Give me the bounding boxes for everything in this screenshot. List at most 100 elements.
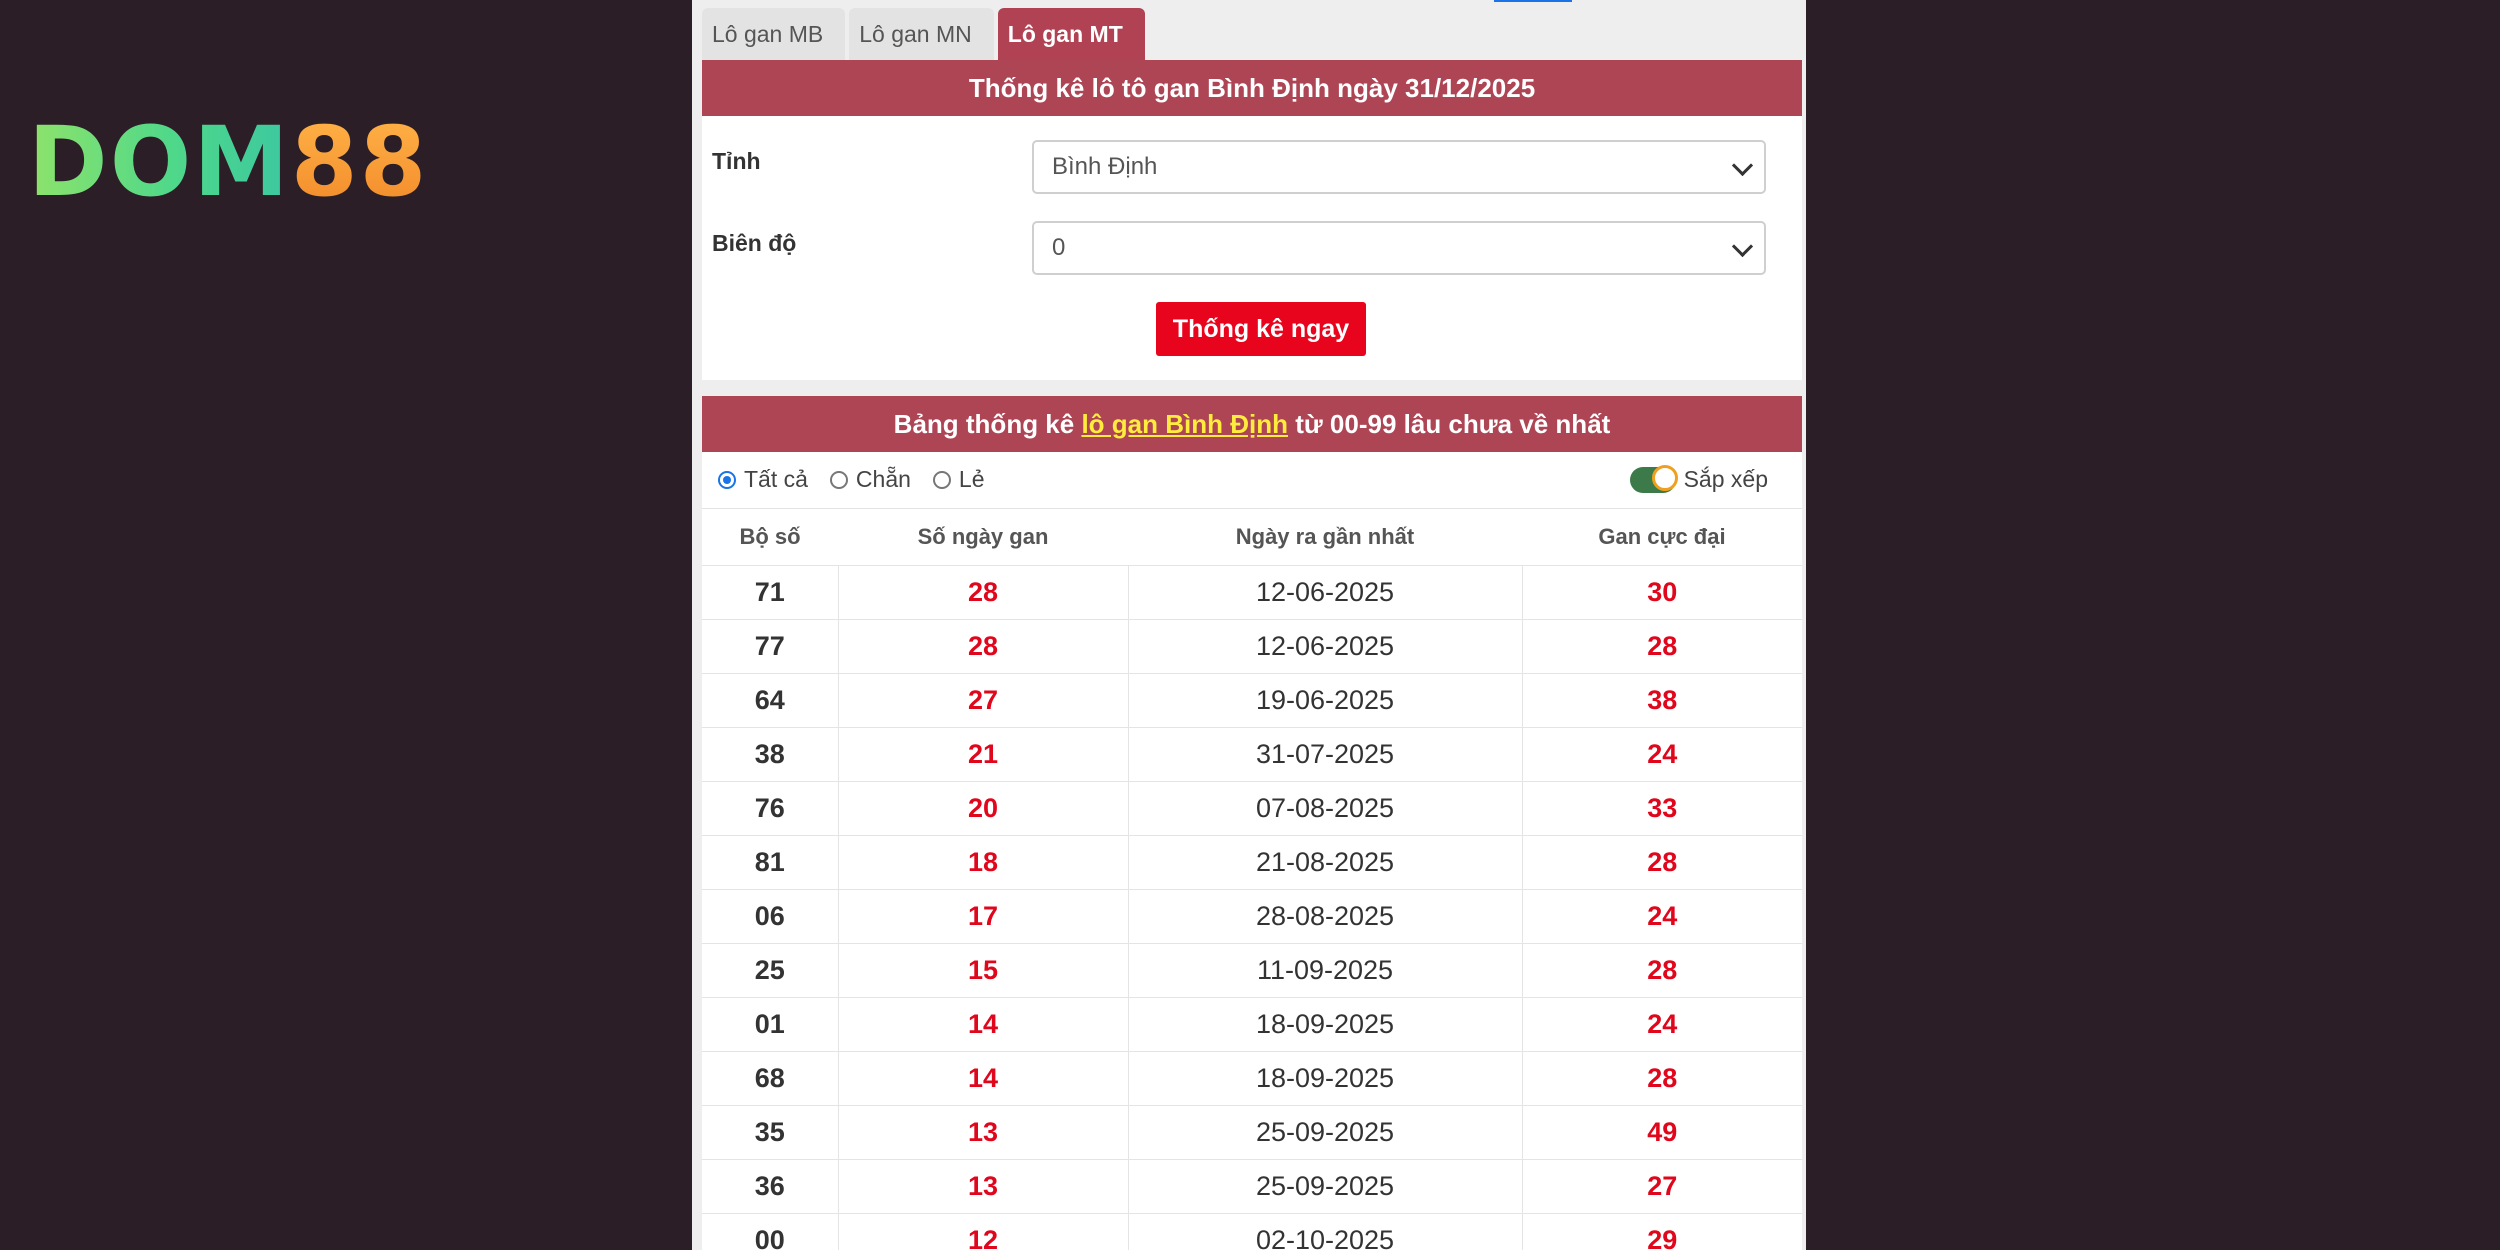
table-row: 64 27 19-06-2025 38 (702, 673, 1802, 728)
radio-odd-label: Lẻ (958, 466, 985, 492)
cell-max-gan: 38 (1521, 673, 1802, 728)
filter-form: Tỉnh Bình Định Biên độ 0 Thống kê ngay (702, 116, 1802, 380)
cell-max-gan: 27 (1521, 1159, 1802, 1214)
table-row: 06 17 28-08-2025 24 (702, 889, 1802, 944)
cell-last-date: 25-09-2025 (1127, 1105, 1522, 1160)
cell-days: 14 (837, 1051, 1128, 1106)
table-filters: Tất cả Chẵn Lẻ Sắp xếp (702, 452, 1802, 508)
cell-max-gan: 28 (1521, 1051, 1802, 1106)
table-title-link[interactable]: lô gan Bình Định (1081, 409, 1288, 439)
table-row: 00 12 02-10-2025 29 (702, 1213, 1802, 1250)
lo-gan-table: Bộ số Số ngày gan Ngày ra gần nhất Gan c… (702, 508, 1802, 1250)
table-row: 36 13 25-09-2025 27 (702, 1159, 1802, 1214)
cell-last-date: 18-09-2025 (1127, 1051, 1522, 1106)
sort-toggle-label: Sắp xếp (1683, 466, 1768, 492)
cell-days: 28 (837, 619, 1128, 674)
cell-number: 38 (702, 727, 838, 782)
table-row: 25 15 11-09-2025 28 (702, 943, 1802, 998)
cell-number: 35 (702, 1105, 838, 1160)
cell-days: 20 (837, 781, 1128, 836)
sort-toggle-group[interactable]: Sắp xếp (1629, 464, 1768, 493)
cell-max-gan: 29 (1521, 1213, 1802, 1250)
table-row: 68 14 18-09-2025 28 (702, 1051, 1802, 1106)
cell-days: 15 (837, 943, 1128, 998)
cell-days: 17 (837, 889, 1128, 944)
province-select-value: Bình Định (1052, 153, 1158, 180)
radio-all-label: Tất cả (744, 466, 808, 492)
table-row: 01 14 18-09-2025 24 (702, 997, 1802, 1052)
cell-number: 01 (702, 997, 838, 1052)
column-header-days: Số ngày gan (838, 508, 1128, 566)
cell-number: 71 (702, 565, 838, 620)
cell-number: 64 (702, 673, 838, 728)
parity-radio-group: Tất cả Chẵn Lẻ (718, 466, 1007, 493)
tab-lo-gan-mt[interactable]: Lô gan MT (997, 8, 1145, 60)
dom88-logo: DOM 88 (28, 112, 428, 212)
cell-max-gan: 28 (1521, 835, 1802, 890)
province-label: Tỉnh (712, 148, 761, 174)
cell-number: 76 (702, 781, 838, 836)
chevron-down-icon (1731, 235, 1754, 258)
table-row: 38 21 31-07-2025 24 (702, 727, 1802, 782)
cell-number: 25 (702, 943, 838, 998)
table-title: Bảng thống kê lô gan Bình Định từ 00-99 … (702, 396, 1802, 452)
cell-max-gan: 28 (1521, 943, 1802, 998)
range-select-value: 0 (1052, 234, 1066, 261)
column-header-max-gan: Gan cực đại (1522, 508, 1802, 566)
cell-last-date: 19-06-2025 (1127, 673, 1522, 728)
table-row: 35 13 25-09-2025 49 (702, 1105, 1802, 1160)
table-header-row: Bộ số Số ngày gan Ngày ra gần nhất Gan c… (702, 508, 1802, 566)
radio-even-indicator[interactable] (829, 470, 848, 489)
column-header-number: Bộ số (702, 508, 838, 566)
cell-last-date: 18-09-2025 (1127, 997, 1522, 1052)
province-select[interactable]: Bình Định (1032, 140, 1766, 194)
cell-number: 81 (702, 835, 838, 890)
radio-all-indicator[interactable] (718, 470, 736, 489)
cell-max-gan: 24 (1521, 997, 1802, 1052)
logo-text-dom: DOM (28, 106, 291, 218)
region-tabs: Lô gan MB Lô gan MN Lô gan MT (702, 8, 1149, 60)
cell-last-date: 21-08-2025 (1127, 835, 1522, 890)
cell-days: 18 (837, 835, 1128, 890)
cell-last-date: 12-06-2025 (1127, 619, 1522, 674)
statistics-table-card: Bảng thống kê lô gan Bình Định từ 00-99 … (702, 396, 1802, 1250)
cell-max-gan: 33 (1521, 781, 1802, 836)
table-row: 71 28 12-06-2025 30 (702, 565, 1802, 620)
tab-lo-gan-mn[interactable]: Lô gan MN (849, 8, 994, 60)
table-title-prefix: Bảng thống kê (893, 409, 1082, 439)
cell-number: 68 (702, 1051, 838, 1106)
logo-text-88: 88 (290, 106, 429, 218)
radio-odd-indicator[interactable] (932, 470, 951, 489)
cell-last-date: 25-09-2025 (1127, 1159, 1522, 1214)
cell-max-gan: 24 (1521, 889, 1802, 944)
table-body: 71 28 12-06-2025 30 77 28 12-06-2025 28 64 27 19… (702, 565, 1802, 1250)
range-label: Biên độ (712, 230, 797, 256)
cell-max-gan: 28 (1521, 619, 1802, 674)
cell-last-date: 12-06-2025 (1127, 565, 1522, 620)
tab-lo-gan-mb[interactable]: Lô gan MB (702, 8, 846, 60)
cell-number: 06 (702, 889, 838, 944)
cell-last-date: 07-08-2025 (1127, 781, 1522, 836)
radio-even[interactable]: Chẵn (829, 466, 911, 493)
radio-even-label: Chẵn (855, 466, 911, 492)
cell-days: 12 (837, 1213, 1128, 1250)
table-title-suffix: từ 00-99 lâu chưa về nhất (1287, 409, 1611, 439)
cell-number: 00 (702, 1213, 838, 1250)
cell-last-date: 31-07-2025 (1127, 727, 1522, 782)
table-row: 81 18 21-08-2025 28 (702, 835, 1802, 890)
cell-number: 36 (702, 1159, 838, 1214)
cell-days: 27 (837, 673, 1128, 728)
cell-last-date: 28-08-2025 (1127, 889, 1522, 944)
submit-statistics-button[interactable]: Thống kê ngay (1156, 302, 1366, 356)
range-select[interactable]: 0 (1032, 221, 1766, 275)
cell-number: 77 (702, 619, 838, 674)
table-row: 77 28 12-06-2025 28 (702, 619, 1802, 674)
cell-last-date: 02-10-2025 (1127, 1213, 1522, 1250)
radio-odd[interactable]: Lẻ (932, 466, 985, 493)
cell-days: 13 (837, 1105, 1128, 1160)
radio-all[interactable]: Tất cả (718, 466, 808, 493)
cell-days: 14 (837, 997, 1128, 1052)
sort-toggle-switch[interactable] (1629, 464, 1678, 493)
top-accent-bar (1494, 0, 1572, 2)
cell-days: 28 (837, 565, 1128, 620)
